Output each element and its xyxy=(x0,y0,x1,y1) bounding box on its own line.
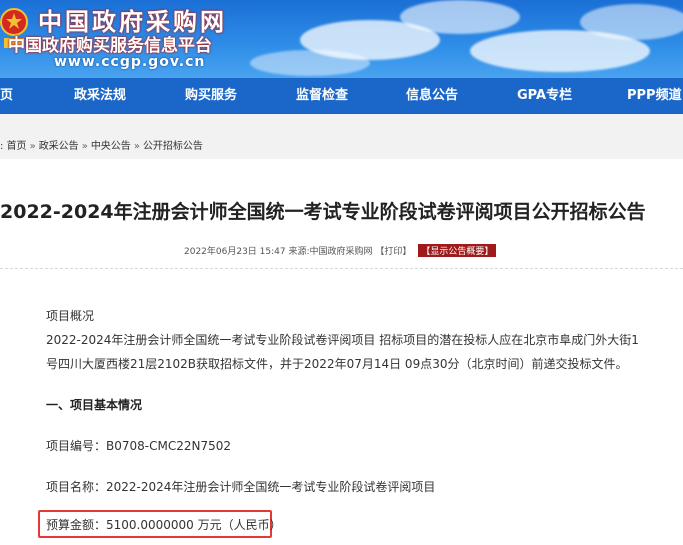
source-label: 来源: xyxy=(288,247,310,257)
print-link[interactable]: 【打印】 xyxy=(375,247,411,257)
main-nav: 页 政采法规 购买服务 监督检查 信息公告 GPA专栏 PPP频道 xyxy=(0,78,683,114)
nav-item-purchase-services[interactable]: 购买服务 xyxy=(185,78,237,114)
project-name: 项目名称：2022-2024年注册会计师全国统一考试专业阶段试卷评阅项目 xyxy=(46,480,436,494)
overview-line: 号四川大厦西楼21层2102B获取招标文件，并于2022年07月14日 09点3… xyxy=(46,357,628,371)
divider xyxy=(0,268,683,270)
nav-item-announcements[interactable]: 信息公告 xyxy=(406,78,458,114)
breadcrumb-central-notices[interactable]: 中央公告 xyxy=(91,141,131,152)
site-banner: 中国政府采购网 中国政府购买服务信息平台 www.ccgp.gov.cn xyxy=(0,0,683,78)
breadcrumb-separator: » xyxy=(133,141,140,152)
breadcrumb-home[interactable]: 首页 xyxy=(7,141,27,152)
show-summary-button[interactable]: 【显示公告概要】 xyxy=(418,244,497,257)
breadcrumb-prefix: : xyxy=(0,141,4,152)
budget-amount: 预算金额：5100.0000000 万元（人民币） xyxy=(46,518,282,532)
page-title: 2022-2024年注册会计师全国统一考试专业阶段试卷评阅项目公开招标公告 xyxy=(0,201,646,223)
publish-date: 2022年06月23日 15:47 xyxy=(184,247,286,257)
breadcrumb-separator: » xyxy=(81,141,88,152)
article-meta: 2022年06月23日 15:47 来源:中国政府采购网 【打印】 【显示公告概… xyxy=(184,244,497,257)
site-subtitle: 中国政府购买服务信息平台 xyxy=(8,36,212,56)
nav-item-supervision[interactable]: 监督检查 xyxy=(296,78,348,114)
site-url: www.ccgp.gov.cn xyxy=(54,54,206,70)
overview-heading: 项目概况 xyxy=(46,309,95,323)
section-heading: 一、项目基本情况 xyxy=(46,398,143,412)
source-name: 中国政府采购网 xyxy=(309,247,373,257)
nav-item-home[interactable]: 页 xyxy=(0,78,13,114)
overview-line: 2022-2024年注册会计师全国统一考试专业阶段试卷评阅项目 招标项目的潜在投… xyxy=(46,333,639,347)
nav-item-ppp[interactable]: PPP频道 xyxy=(627,78,682,114)
project-number: 项目编号：B0708-CMC22N7502 xyxy=(46,439,231,453)
breadcrumb-procurement-notices[interactable]: 政采公告 xyxy=(39,141,79,152)
nav-item-gpa[interactable]: GPA专栏 xyxy=(517,78,572,114)
breadcrumb-open-tender[interactable]: 公开招标公告 xyxy=(143,141,203,152)
cloud-decoration xyxy=(580,4,683,40)
cloud-decoration xyxy=(400,0,520,34)
cloud-decoration xyxy=(250,50,370,76)
nav-item-regulations[interactable]: 政采法规 xyxy=(74,78,126,114)
breadcrumb-separator: » xyxy=(29,141,36,152)
breadcrumb: : 首页» 政采公告» 中央公告» 公开招标公告 xyxy=(0,137,203,152)
